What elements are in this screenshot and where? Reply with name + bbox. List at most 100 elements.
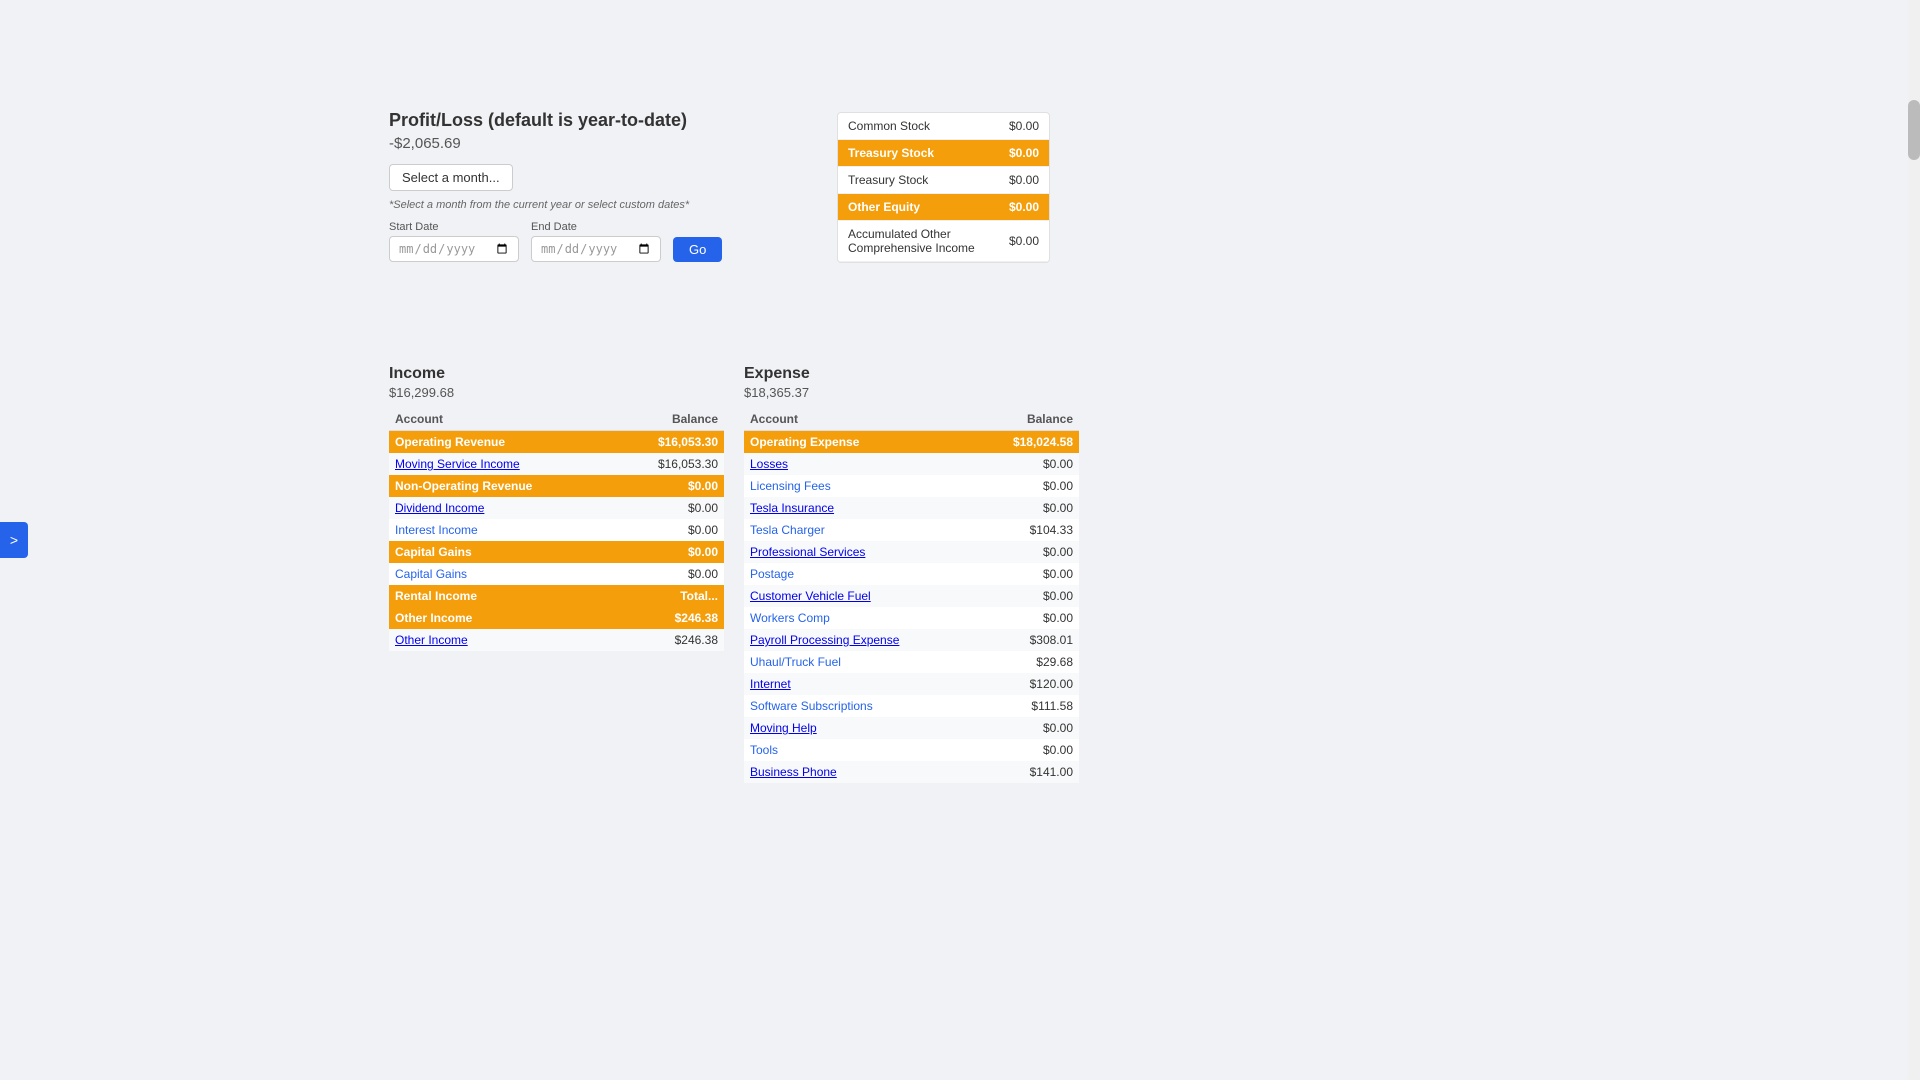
table-row: Capital Gains$0.00 bbox=[389, 541, 724, 563]
table-row[interactable]: Professional Services $0.00 bbox=[744, 541, 1079, 563]
table-row[interactable]: Moving Help $0.00 bbox=[744, 717, 1079, 739]
account-name[interactable]: Professional Services bbox=[744, 541, 976, 563]
account-balance: $0.00 bbox=[615, 519, 724, 541]
account-balance: $0.00 bbox=[976, 497, 1079, 519]
account-balance: $0.00 bbox=[976, 541, 1079, 563]
account-link[interactable]: Moving Service Income bbox=[395, 457, 520, 471]
table-row: Non-Operating Revenue$0.00 bbox=[389, 475, 724, 497]
account-name[interactable]: Losses bbox=[744, 453, 976, 475]
account-balance: $0.00 bbox=[615, 563, 724, 585]
account-name[interactable]: Other Income bbox=[389, 629, 615, 651]
account-name[interactable]: Tools bbox=[744, 739, 976, 761]
expense-account-col: Account bbox=[744, 408, 976, 431]
account-name[interactable]: Postage bbox=[744, 563, 976, 585]
scrollbar[interactable] bbox=[1908, 0, 1920, 1080]
account-link[interactable]: Payroll Processing Expense bbox=[750, 633, 899, 647]
expense-total: $18,365.37 bbox=[744, 385, 1079, 400]
table-row[interactable]: Postage $0.00 bbox=[744, 563, 1079, 585]
account-name[interactable]: Customer Vehicle Fuel bbox=[744, 585, 976, 607]
table-row[interactable]: Losses$0.00 bbox=[744, 453, 1079, 475]
sidebar-toggle-button[interactable]: > bbox=[0, 522, 28, 558]
account-link[interactable]: Uhaul/Truck Fuel bbox=[750, 655, 841, 669]
start-date-field: Start Date bbox=[389, 221, 519, 262]
account-link[interactable]: Internet bbox=[750, 677, 791, 691]
account-link[interactable]: Professional Services bbox=[750, 545, 865, 559]
table-row: Operating Revenue$16,053.30 bbox=[389, 431, 724, 454]
account-balance: $0.00 bbox=[976, 563, 1079, 585]
table-row[interactable]: Internet $120.00 bbox=[744, 673, 1079, 695]
table-row[interactable]: Capital Gains $0.00 bbox=[389, 563, 724, 585]
account-name[interactable]: Uhaul/Truck Fuel bbox=[744, 651, 976, 673]
account-balance: $0.00 bbox=[615, 541, 724, 563]
account-name[interactable]: Moving Help bbox=[744, 717, 976, 739]
scrollbar-thumb[interactable] bbox=[1908, 100, 1920, 160]
account-name[interactable]: Workers Comp bbox=[744, 607, 976, 629]
account-link[interactable]: Tesla Insurance bbox=[750, 501, 834, 515]
profit-loss-value: -$2,065.69 bbox=[389, 135, 1069, 152]
end-date-input[interactable] bbox=[531, 236, 661, 262]
month-select-button[interactable]: Select a month... bbox=[389, 164, 513, 191]
account-name[interactable]: Interest Income bbox=[389, 519, 615, 541]
account-link[interactable]: Capital Gains bbox=[395, 567, 467, 581]
account-name[interactable]: Software Subscriptions bbox=[744, 695, 976, 717]
account-name[interactable]: Capital Gains bbox=[389, 563, 615, 585]
account-name[interactable]: Dividend Income bbox=[389, 497, 615, 519]
account-balance: $0.00 bbox=[976, 739, 1079, 761]
account-name[interactable]: Tesla Charger bbox=[744, 519, 976, 541]
page-wrapper: > Common Stock$0.00Treasury Stock$0.00Tr… bbox=[0, 0, 1920, 1080]
table-row[interactable]: Payroll Processing Expense $308.01 bbox=[744, 629, 1079, 651]
table-row[interactable]: Interest Income $0.00 bbox=[389, 519, 724, 541]
table-row[interactable]: Uhaul/Truck Fuel$29.68 bbox=[744, 651, 1079, 673]
account-link[interactable]: Workers Comp bbox=[750, 611, 830, 625]
table-row[interactable]: Other Income $246.38 bbox=[389, 629, 724, 651]
account-balance: $246.38 bbox=[615, 629, 724, 651]
account-link[interactable]: Dividend Income bbox=[395, 501, 484, 515]
account-link[interactable]: Moving Help bbox=[750, 721, 817, 735]
account-link[interactable]: Tesla Charger bbox=[750, 523, 825, 537]
account-name[interactable]: Licensing Fees bbox=[744, 475, 976, 497]
account-balance: $120.00 bbox=[976, 673, 1079, 695]
start-date-input[interactable] bbox=[389, 236, 519, 262]
account-balance: $0.00 bbox=[615, 475, 724, 497]
account-link[interactable]: Losses bbox=[750, 457, 788, 471]
account-name[interactable]: Internet bbox=[744, 673, 976, 695]
income-account-col: Account bbox=[389, 408, 615, 431]
account-link[interactable]: Tools bbox=[750, 743, 778, 757]
account-link[interactable]: Other Income bbox=[395, 633, 468, 647]
account-balance: $246.38 bbox=[615, 607, 724, 629]
account-link[interactable]: Customer Vehicle Fuel bbox=[750, 589, 871, 603]
account-balance: $0.00 bbox=[976, 717, 1079, 739]
table-row[interactable]: Workers Comp$0.00 bbox=[744, 607, 1079, 629]
table-row[interactable]: Moving Service Income $16,053.30 bbox=[389, 453, 724, 475]
income-balance-col: Balance bbox=[615, 408, 724, 431]
account-name[interactable]: Moving Service Income bbox=[389, 453, 615, 475]
account-name: Non-Operating Revenue bbox=[389, 475, 615, 497]
account-link[interactable]: Software Subscriptions bbox=[750, 699, 873, 713]
account-balance: $111.58 bbox=[976, 695, 1079, 717]
account-balance: $16,053.30 bbox=[615, 431, 724, 454]
table-row[interactable]: Business Phone $141.00 bbox=[744, 761, 1079, 783]
account-name[interactable]: Business Phone bbox=[744, 761, 976, 783]
go-button[interactable]: Go bbox=[673, 237, 722, 262]
account-balance: $16,053.30 bbox=[615, 453, 724, 475]
account-link[interactable]: Interest Income bbox=[395, 523, 478, 537]
table-row[interactable]: Tools $0.00 bbox=[744, 739, 1079, 761]
table-row[interactable]: Software Subscriptions $111.58 bbox=[744, 695, 1079, 717]
hint-text: *Select a month from the current year or… bbox=[389, 199, 1069, 211]
table-row[interactable]: Customer Vehicle Fuel$0.00 bbox=[744, 585, 1079, 607]
account-link[interactable]: Licensing Fees bbox=[750, 479, 831, 493]
account-link[interactable]: Business Phone bbox=[750, 765, 837, 779]
account-balance: $141.00 bbox=[976, 761, 1079, 783]
account-name[interactable]: Payroll Processing Expense bbox=[744, 629, 976, 651]
account-name[interactable]: Tesla Insurance bbox=[744, 497, 976, 519]
table-row[interactable]: Tesla Charger$104.33 bbox=[744, 519, 1079, 541]
table-row[interactable]: Tesla Insurance $0.00 bbox=[744, 497, 1079, 519]
expense-table: Account Balance Operating Expense$18,024… bbox=[744, 408, 1079, 783]
end-date-label: End Date bbox=[531, 221, 661, 233]
table-row[interactable]: Licensing Fees$0.00 bbox=[744, 475, 1079, 497]
account-balance: Total... bbox=[615, 585, 724, 607]
account-balance: $308.01 bbox=[976, 629, 1079, 651]
income-section: Income $16,299.68 Account Balance Operat… bbox=[389, 365, 724, 651]
account-link[interactable]: Postage bbox=[750, 567, 794, 581]
table-row[interactable]: Dividend Income$0.00 bbox=[389, 497, 724, 519]
